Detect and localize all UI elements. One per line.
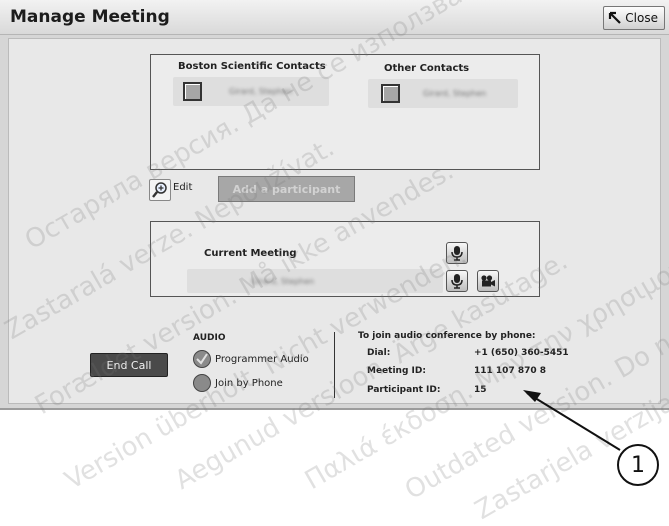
callout-number: 1: [617, 444, 659, 486]
callout-arrow: [523, 390, 621, 451]
